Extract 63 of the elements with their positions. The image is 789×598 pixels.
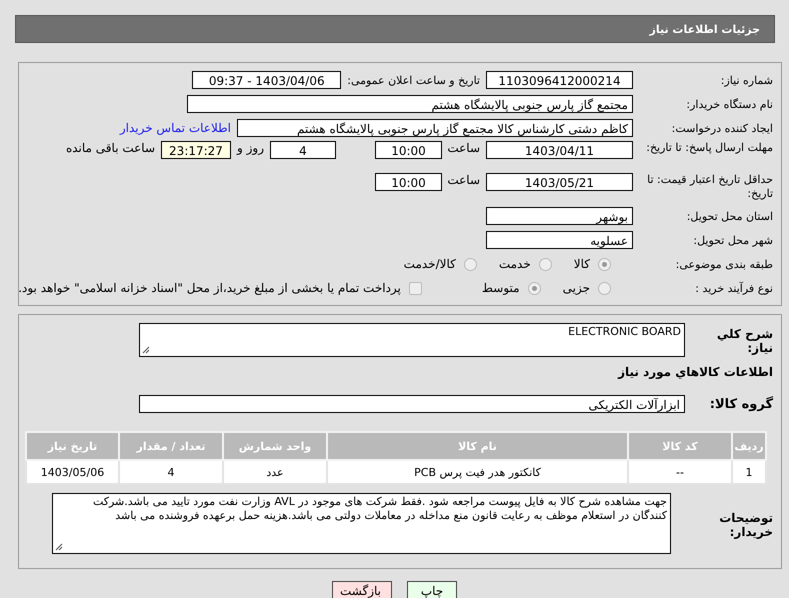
field-label: حداقل تاریخ اعتبار قیمت: تا تاریخ: bbox=[646, 173, 774, 201]
table-cell: کانکتور هدر فیت پرس PCB bbox=[327, 460, 628, 484]
table-cell: 1403/05/06 bbox=[26, 460, 119, 484]
field-label: شهر محل تحویل: bbox=[692, 234, 774, 246]
table-cell: -- bbox=[628, 460, 732, 484]
category-radio[interactable] bbox=[538, 258, 552, 270]
time-label: ساعت bbox=[448, 141, 480, 155]
category-radio[interactable] bbox=[598, 258, 611, 270]
remaining-label: ساعت باقی مانده bbox=[66, 141, 155, 155]
print-button[interactable]: چاپ bbox=[407, 581, 457, 598]
treasury-checkbox[interactable] bbox=[408, 282, 422, 294]
time-label: ساعت bbox=[448, 173, 480, 187]
validity-date-field: 1403/05/21 bbox=[486, 173, 633, 191]
field-label: شماره نیاز: bbox=[720, 74, 774, 86]
back-button[interactable]: بازگشت bbox=[332, 581, 392, 598]
reply-time-field: 10:00 bbox=[375, 141, 442, 159]
remaining-time-field: 23:17:27 bbox=[161, 141, 231, 159]
column-header: نام کالا bbox=[327, 432, 628, 460]
radio-label: متوسط bbox=[482, 281, 520, 295]
category-radio[interactable] bbox=[464, 258, 477, 270]
days-field: 4 bbox=[270, 141, 336, 159]
field-label: نام دستگاه خریدار: bbox=[685, 98, 774, 110]
announce-date-field: 1403/04/06 - 09:37 bbox=[192, 71, 342, 89]
field-label: طبقه بندی موضوعی: bbox=[674, 258, 774, 270]
checkbox-label: پرداخت تمام یا بخشی از مبلغ خرید،از محل "اسناد خزانه اسلامی" خواهد بود. bbox=[18, 281, 401, 295]
column-header: تعداد / مقدار bbox=[119, 432, 223, 460]
table-cell: 1 bbox=[732, 460, 766, 484]
buyer-notes-field: جهت مشاهده شرح کالا به فایل پیوست مراجعه شود .فقط شرکت های موجود در AVL وزارت نفت مورد تایید می باشد.شرکت کنندگان در استعلام موظف به رعایت قانون منع مداخله در معاملات دولتی می باشد.هزینه حمل برعهده فروشنده می باشد bbox=[52, 493, 671, 554]
section-heading: اطلاعات کالاهاي مورد نياز bbox=[616, 365, 774, 379]
radio-label: خدمت bbox=[498, 257, 531, 271]
field-label: شرح کلي نياز: bbox=[716, 326, 774, 355]
validity-time-field: 10:00 bbox=[375, 173, 442, 191]
radio-label: جزیی bbox=[562, 281, 590, 295]
need-number-field: 1103096412000214 bbox=[486, 71, 633, 89]
field-label: گروه کالا: bbox=[708, 396, 774, 412]
table-cell: 4 bbox=[119, 460, 223, 484]
radio-label: کالا bbox=[574, 257, 590, 271]
days-label: روز و bbox=[237, 141, 264, 155]
buyer-field: مجتمع گاز پارس جنوبی پالایشگاه هشتم bbox=[187, 95, 633, 113]
radio-label: کالا/خدمت bbox=[404, 257, 456, 271]
field-label: توضیحات خریدار: bbox=[718, 510, 774, 539]
column-header: تاریخ نیاز bbox=[26, 432, 119, 460]
resize-handle-icon[interactable] bbox=[55, 543, 63, 551]
province-field: بوشهر bbox=[486, 207, 633, 225]
column-header: واحد شمارش bbox=[223, 432, 327, 460]
field-label: ایجاد کننده درخواست: bbox=[670, 122, 774, 134]
column-header: ردیف bbox=[732, 432, 766, 460]
table-cell: عدد bbox=[223, 460, 327, 484]
goods-group-field: ابزارآلات الکتریکی bbox=[139, 395, 685, 413]
field-label: مهلت ارسال پاسخ: تا تاریخ: bbox=[645, 141, 774, 155]
resize-handle-icon[interactable] bbox=[142, 346, 150, 354]
column-header: کد کالا bbox=[628, 432, 732, 460]
purchase-type-radio[interactable] bbox=[598, 282, 611, 294]
summary-field: ELECTRONIC BOARD bbox=[139, 323, 685, 357]
buyer-contact-link[interactable]: اطلاعات تماس خریدار bbox=[120, 121, 231, 135]
field-label: نوع فرآیند خرید : bbox=[694, 282, 774, 294]
field-label: استان محل تحویل: bbox=[686, 210, 774, 222]
page-title: جزئیات اطلاعات نیاز bbox=[650, 22, 760, 36]
reply-date-field: 1403/04/11 bbox=[486, 141, 633, 159]
requester-field: کاظم دشتی کارشناس کالا مجتمع گاز پارس جنوبی پالایشگاه هشتم bbox=[237, 119, 633, 137]
city-field: عسلویه bbox=[486, 231, 633, 249]
purchase-type-radio[interactable] bbox=[528, 282, 541, 294]
field-label: تاریخ و ساعت اعلان عمومی: bbox=[347, 74, 480, 86]
